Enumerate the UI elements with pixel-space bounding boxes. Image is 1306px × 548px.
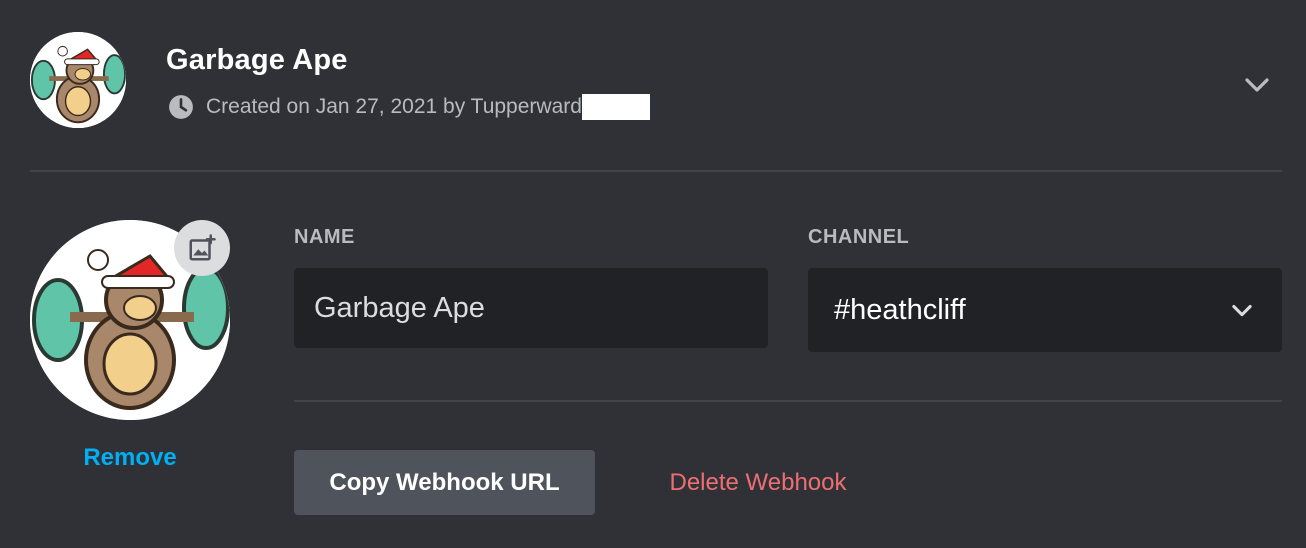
- channel-select-value: #heathcliff: [834, 293, 966, 326]
- image-add-icon: [189, 234, 216, 261]
- webhook-title: Garbage Ape: [166, 44, 348, 76]
- chevron-down-icon: [1232, 304, 1252, 317]
- created-meta: Created on Jan 27, 2021 by Tupperward: [168, 92, 650, 122]
- clock-icon: [169, 95, 193, 119]
- name-label: NAME: [294, 226, 355, 248]
- name-input[interactable]: Garbage Ape: [294, 268, 768, 348]
- remove-avatar-link[interactable]: Remove: [30, 444, 230, 472]
- channel-label: CHANNEL: [808, 226, 910, 248]
- redaction-box: [581, 94, 650, 120]
- header-divider: [30, 170, 1282, 172]
- webhook-header[interactable]: Garbage Ape Created on Jan 27, 2021 by T…: [0, 0, 1306, 170]
- webhook-avatar: [30, 32, 126, 128]
- chevron-down-icon[interactable]: [1242, 70, 1272, 100]
- created-text: Created on Jan 27, 2021 by Tupperward: [206, 95, 582, 118]
- form-divider: [294, 400, 1282, 402]
- ape-avatar-image: [30, 32, 126, 128]
- copy-webhook-url-button[interactable]: Copy Webhook URL: [294, 450, 595, 515]
- upload-image-button[interactable]: [174, 220, 230, 276]
- name-input-value: Garbage Ape: [314, 291, 485, 324]
- delete-webhook-button[interactable]: Delete Webhook: [640, 450, 876, 515]
- channel-select[interactable]: #heathcliff: [808, 268, 1282, 352]
